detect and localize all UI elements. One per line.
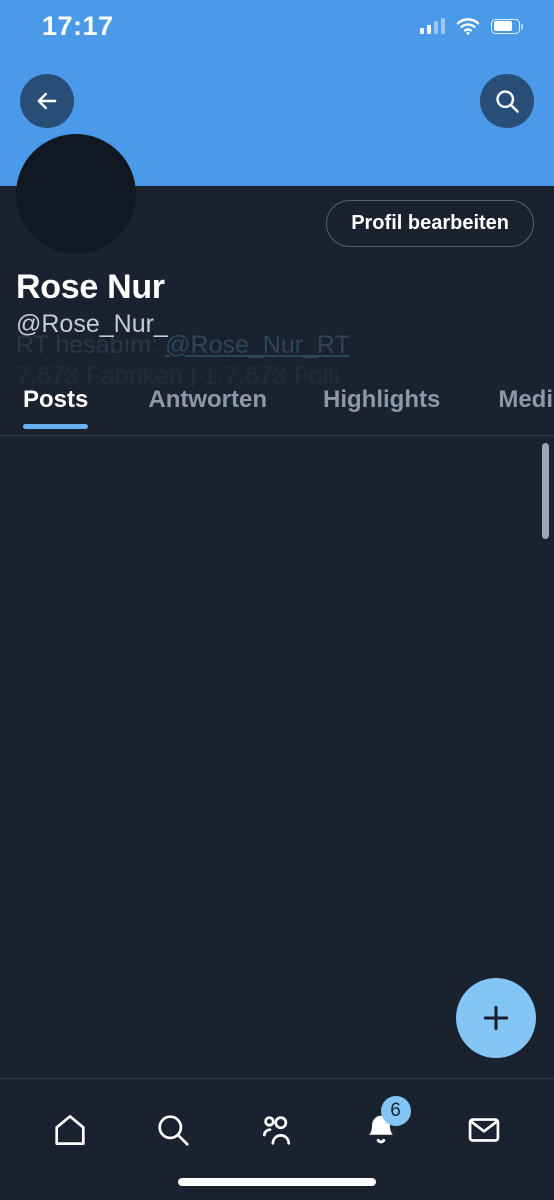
nav-item-notifications[interactable]: 6	[344, 1096, 418, 1155]
nav-item-communities[interactable]	[240, 1105, 314, 1155]
tab-posts[interactable]: Posts	[23, 386, 89, 429]
communities-icon	[262, 1116, 291, 1145]
timeline-feed	[0, 437, 554, 1078]
nav-item-search[interactable]	[136, 1105, 210, 1155]
search-icon	[158, 1115, 189, 1146]
status-bar-clock: 17:17	[42, 10, 114, 41]
profile-tabs: Posts Antworten Highlights Medien	[0, 378, 554, 436]
nav-item-home[interactable]	[33, 1105, 107, 1155]
signal-bars-icon	[419, 18, 445, 34]
bottom-nav: 6	[0, 1078, 554, 1200]
profile-identity: Rose Nur @Rose_Nur_	[16, 268, 536, 339]
back-button[interactable]	[20, 74, 74, 128]
header-search-button[interactable]	[480, 74, 534, 128]
home-icon	[55, 1115, 85, 1145]
search-icon	[496, 90, 519, 113]
vertical-scrollbar[interactable]	[542, 443, 549, 539]
compose-post-button[interactable]	[456, 978, 536, 1058]
nav-item-messages[interactable]	[447, 1105, 521, 1155]
back-arrow-icon	[37, 92, 57, 110]
profile-handle: @Rose_Nur_	[16, 310, 168, 339]
plus-icon	[483, 1005, 509, 1031]
wifi-icon	[456, 18, 480, 35]
tab-medien[interactable]: Medien	[498, 386, 554, 428]
edit-profile-button[interactable]: Profil bearbeiten	[326, 200, 534, 247]
status-bar: 17:17	[0, 0, 554, 52]
tab-highlights[interactable]: Highlights	[323, 386, 440, 428]
battery-icon	[491, 18, 523, 34]
envelope-icon	[468, 1118, 500, 1142]
app-screen: 17:17 Profil bearbeiten RT hesabım: @Ros…	[0, 0, 554, 1200]
notifications-badge: 6	[380, 1096, 411, 1126]
status-bar-indicators	[419, 17, 523, 35]
profile-display-name: Rose Nur	[16, 268, 165, 306]
home-indicator	[178, 1178, 376, 1186]
tab-antworten[interactable]: Antworten	[148, 386, 267, 428]
avatar[interactable]	[16, 134, 136, 254]
